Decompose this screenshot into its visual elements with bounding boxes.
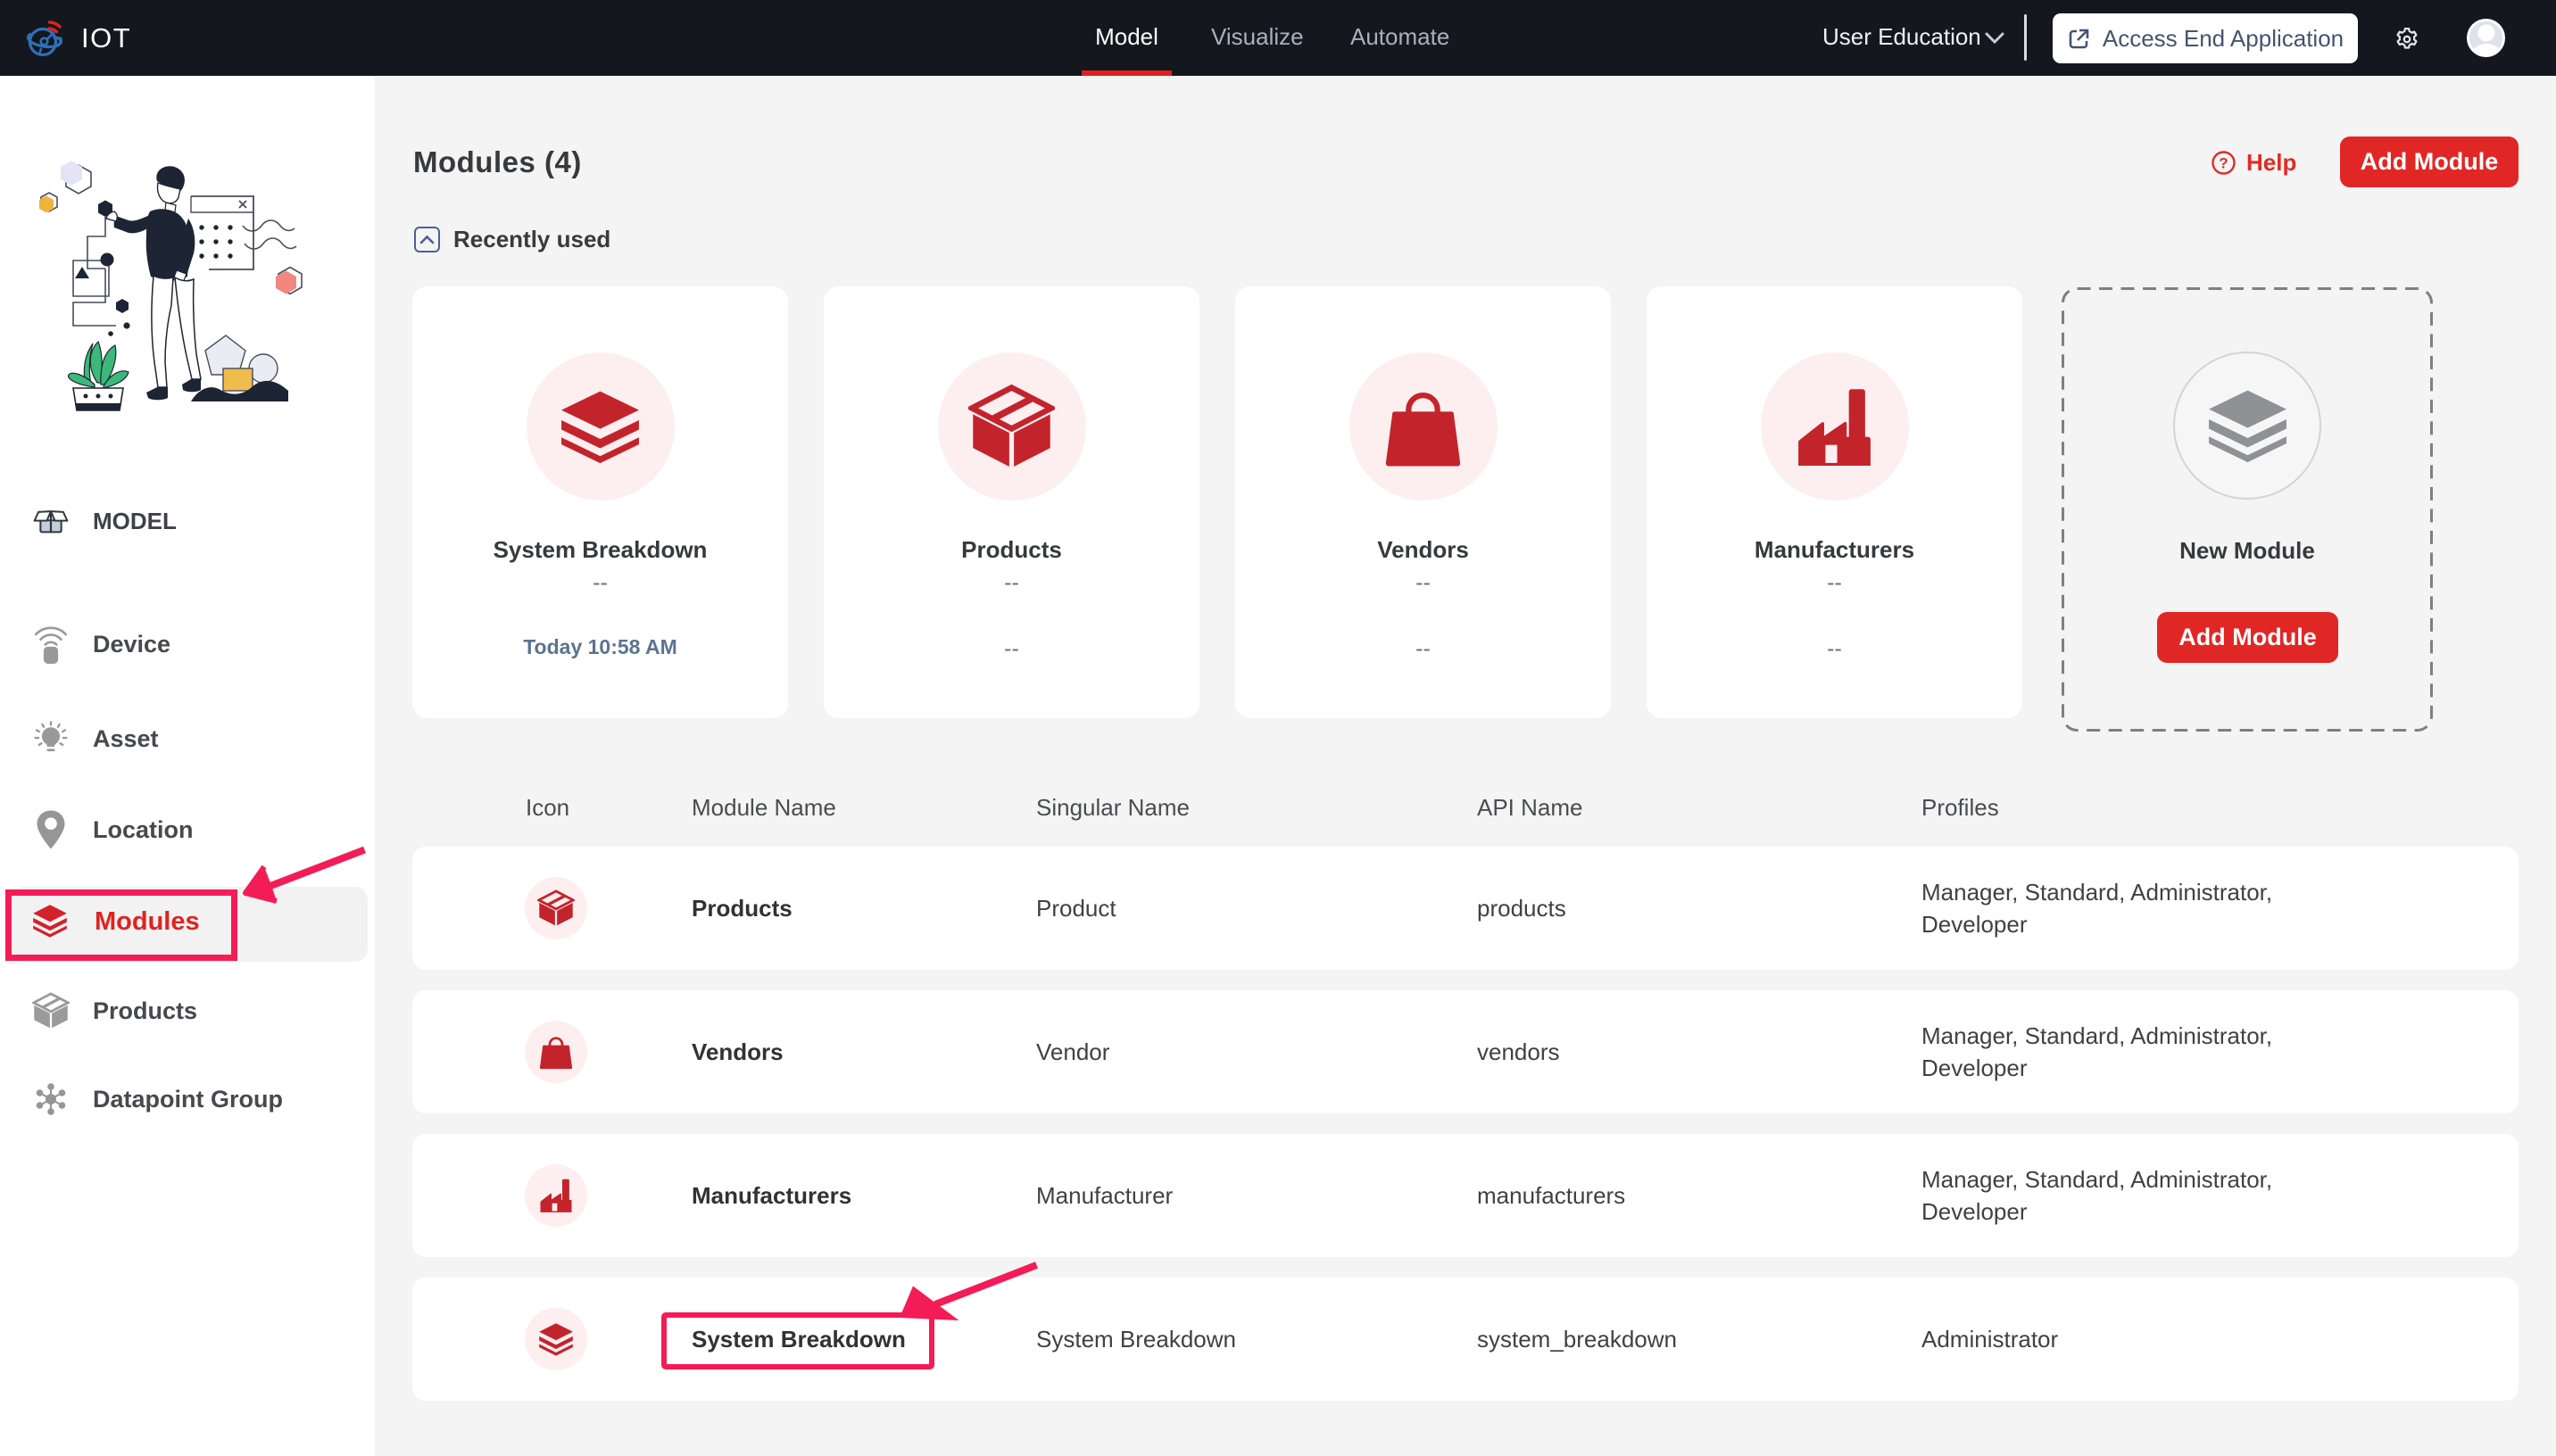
svg-text:?: ?	[2219, 155, 2228, 172]
